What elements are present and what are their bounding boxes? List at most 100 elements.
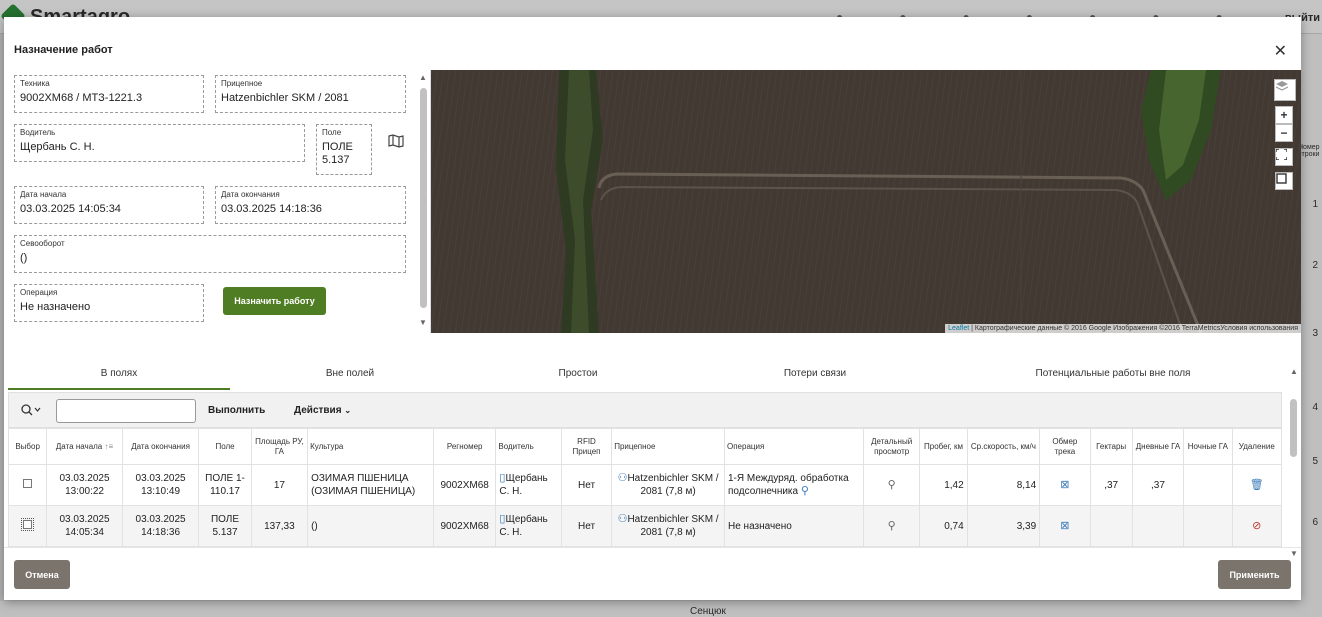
header-start-date[interactable]: Дата начала ↑≡ [46, 428, 123, 465]
draw-rectangle-icon[interactable] [1275, 172, 1293, 190]
header-day-ha[interactable]: Дневные ГА [1131, 428, 1185, 465]
layers-icon[interactable] [1274, 79, 1296, 101]
header-speed[interactable]: Ср.скорость, км/ч [966, 428, 1041, 465]
row-checkbox[interactable] [21, 517, 35, 531]
technic-field[interactable]: Техника 9002ХМ68 / МТЗ-1221.3 [14, 75, 204, 113]
field-field[interactable]: Поле ПОЛЕ 5.137 [316, 124, 372, 175]
field-value: ПОЛЕ 5.137 [322, 141, 353, 166]
operation-cell: Не назначено [723, 505, 864, 547]
apply-button[interactable]: Применить [1218, 560, 1291, 589]
trailer-field[interactable]: Прицепное Hatzenbichler SKM / 2081 [215, 75, 406, 113]
scroll-up-icon[interactable]: ▲ [1290, 367, 1298, 376]
operation-text: 1-Я Междуряд. обработка подсолнечника [727, 473, 849, 497]
regnum-cell: 9002ХМ68 [432, 505, 497, 547]
tab-outside-fields[interactable]: Вне полей [230, 364, 470, 390]
header-operation[interactable]: Операция [723, 428, 864, 465]
header-rfid[interactable]: RFID Прицеп [560, 428, 613, 465]
map-icon[interactable] [388, 134, 406, 150]
table-row[interactable]: 03.03.2025 13:00:22 03.03.2025 13:10:49 … [8, 464, 1282, 506]
driver-cell: ▯Щербань С. Н. [495, 464, 562, 506]
header-field[interactable]: Поле [198, 428, 252, 465]
close-icon[interactable]: ✕ [1274, 41, 1287, 61]
scroll-down-icon[interactable]: ▼ [1290, 549, 1298, 558]
header-night-ha[interactable]: Ночные ГА [1183, 428, 1233, 465]
header-select[interactable]: Выбор [8, 428, 48, 465]
row-checkbox[interactable] [23, 478, 33, 488]
zoom-in-button[interactable]: + [1275, 106, 1293, 124]
start-cell: 03.03.2025 13:00:22 [46, 464, 123, 506]
sort-ascending-icon[interactable]: ↑≡ [105, 442, 114, 451]
operation-label: Операция [20, 288, 58, 297]
track-cell: ⊠ [1039, 464, 1091, 506]
header-track[interactable]: Обмер трека [1039, 428, 1091, 465]
zoom-out-button[interactable]: − [1275, 124, 1293, 142]
select-cell[interactable] [8, 464, 48, 506]
trailer-cell: ⚇Hatzenbichler SKM / 2081 (7,8 м) [611, 505, 725, 547]
search-input[interactable] [56, 399, 196, 423]
magnifier-icon[interactable]: ⚲ [888, 479, 896, 491]
attribution-text: | Картографические данные © 2016 Google … [969, 325, 1298, 332]
trailer-value: Hatzenbichler SKM / 2081 [221, 92, 349, 104]
header-delete[interactable]: Удаление [1231, 428, 1282, 465]
operation-field[interactable]: Операция Не назначено [14, 284, 204, 322]
driver-name: Щербань С. Н. [499, 514, 548, 538]
search-menu-icon[interactable] [21, 404, 41, 419]
night-ha-cell [1183, 505, 1233, 547]
scroll-up-icon[interactable]: ▲ [419, 73, 427, 82]
header-driver[interactable]: Водитель [495, 428, 562, 465]
header-end-date[interactable]: Дата окончания [121, 428, 200, 465]
driver-field[interactable]: Водитель Щербань С. Н. [14, 124, 305, 162]
grid-scrollbar[interactable]: ▲ ▼ [1288, 367, 1300, 562]
tab-connection-loss[interactable]: Потери связи [686, 364, 944, 390]
satellite-map[interactable]: + − Leaflet | Картографические данные © … [431, 70, 1301, 333]
actions-label: Действия [294, 405, 342, 416]
operation-text: Не назначено [727, 520, 792, 532]
start-date-value: 03.03.2025 14:05:34 [20, 203, 121, 215]
header-hectares[interactable]: Гектары [1089, 428, 1133, 465]
delete-disabled-icon[interactable]: ⊘ [1252, 520, 1261, 532]
trash-icon[interactable]: 🗑 [1250, 479, 1264, 491]
technic-label: Техника [20, 79, 50, 88]
select-cell[interactable] [8, 505, 48, 547]
magnifier-icon[interactable]: ⚲ [888, 520, 896, 532]
assign-work-button[interactable]: Назначить работу [223, 287, 326, 315]
field-cell: ПОЛЕ 1-110.17 [198, 464, 252, 506]
crop-rotation-value: () [20, 252, 28, 264]
delete-cell: 🗑 [1231, 464, 1282, 506]
search-icon[interactable]: ⚲ [801, 485, 809, 497]
header-area[interactable]: Площадь РУ, ГА [250, 428, 309, 465]
header-mileage[interactable]: Пробег, км [919, 428, 968, 465]
tab-in-fields[interactable]: В полях [8, 364, 230, 390]
tab-potential-work[interactable]: Потенциальные работы вне поля [944, 364, 1282, 390]
tab-idle[interactable]: Простои [470, 364, 686, 390]
header-trailer[interactable]: Прицепное [611, 428, 725, 465]
end-date-field[interactable]: Дата окончания 03.03.2025 14:18:36 [215, 186, 406, 224]
table-row[interactable]: 03.03.2025 14:05:34 03.03.2025 14:18:36 … [8, 505, 1282, 547]
leaflet-link[interactable]: Leaflet [948, 325, 969, 332]
end-date-value: 03.03.2025 14:18:36 [221, 203, 322, 215]
driver-cell: ▯Щербань С. Н. [495, 505, 562, 547]
works-grid: Выбор Дата начала ↑≡ Дата окончания Поле… [8, 428, 1282, 548]
crop-rotation-field[interactable]: Севооборот () [14, 235, 406, 273]
cancel-button[interactable]: Отмена [14, 560, 70, 589]
scroll-down-icon[interactable]: ▼ [419, 318, 427, 327]
fullscreen-icon[interactable] [1275, 148, 1293, 166]
header-regnum[interactable]: Регномер [432, 428, 497, 465]
speed-cell: 3,39 [966, 505, 1041, 547]
assignment-form: Техника 9002ХМ68 / МТЗ-1221.3 Прицепное … [4, 70, 431, 333]
driver-name: Щербань С. Н. [499, 473, 548, 497]
hectares-cell: ,37 [1089, 464, 1133, 506]
rfid-cell: Нет [560, 505, 613, 547]
track-measure-icon[interactable]: ⊠ [1060, 520, 1069, 532]
actions-menu[interactable]: Действия ⌄ [294, 405, 351, 416]
header-culture[interactable]: Культура [307, 428, 434, 465]
start-date-field[interactable]: Дата начала 03.03.2025 14:05:34 [14, 186, 204, 224]
scrollbar-thumb[interactable] [1290, 399, 1297, 457]
operation-cell: 1-Я Междуряд. обработка подсолнечника ⚲ [723, 464, 864, 506]
crop-rotation-label: Севооборот [20, 239, 65, 248]
track-measure-icon[interactable]: ⊠ [1060, 479, 1069, 491]
run-button[interactable]: Выполнить [208, 405, 265, 416]
header-detail[interactable]: Детальный просмотр [862, 428, 921, 465]
form-scrollbar[interactable]: ▲ ▼ [416, 70, 430, 332]
scrollbar-thumb[interactable] [420, 88, 427, 308]
